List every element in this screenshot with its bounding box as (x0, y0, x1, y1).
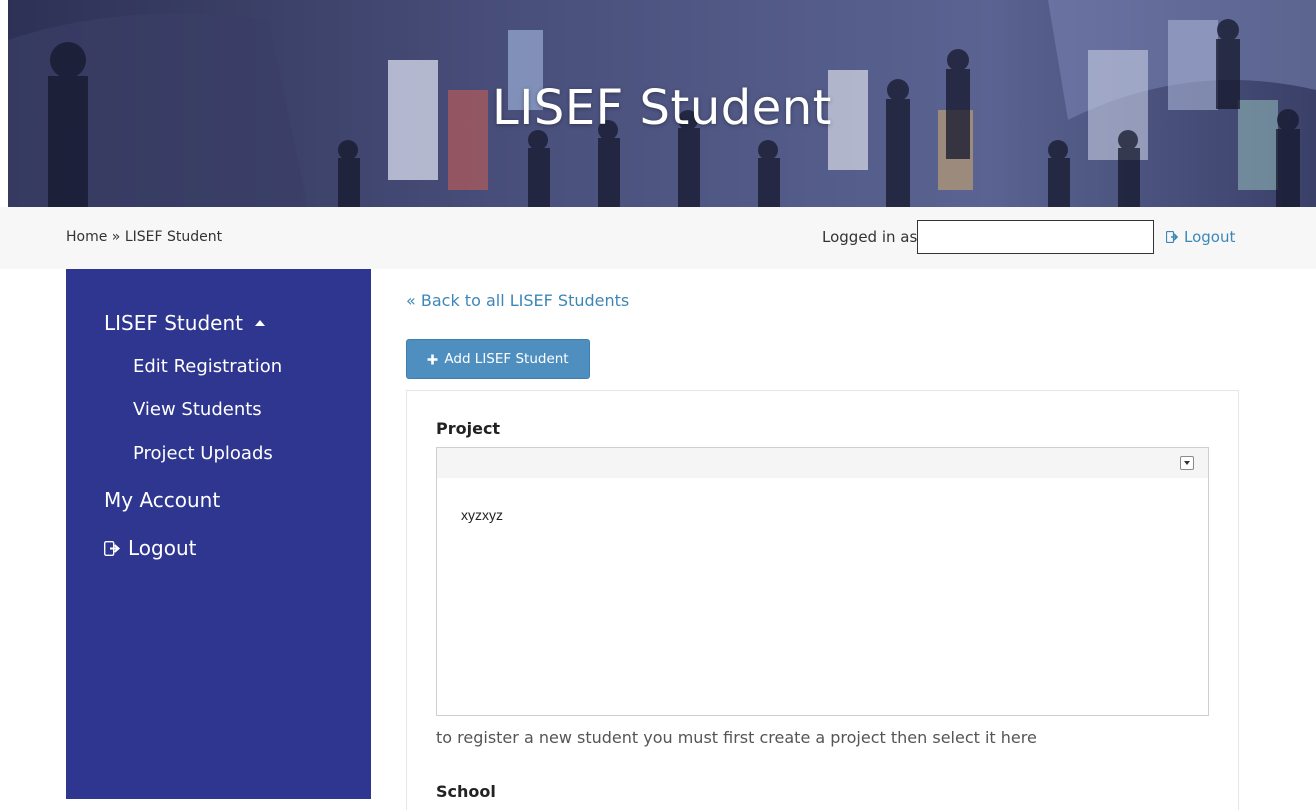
project-field-label: Project (436, 419, 501, 438)
hero-banner: LISEF Student (8, 0, 1316, 207)
project-option[interactable]: xyzxyz (461, 507, 503, 523)
plus-icon (427, 354, 438, 364)
sign-out-icon (1166, 231, 1179, 243)
sidebar-item-my-account[interactable]: My Account (104, 488, 220, 512)
sidebar-item-project-uploads[interactable]: Project Uploads (133, 443, 273, 464)
add-lisef-student-button[interactable]: Add LISEF Student (406, 339, 590, 379)
sidebar-item-label: Logout (128, 536, 197, 560)
breadcrumb: Home » LISEF Student (66, 229, 222, 245)
caret-up-icon (254, 320, 265, 326)
chevron-down-icon[interactable] (1180, 456, 1194, 470)
sidebar-item-label: View Students (133, 399, 262, 420)
page-hero-title: LISEF Student (491, 80, 832, 136)
sidebar-item-view-students[interactable]: View Students (133, 399, 262, 420)
header-logout-label: Logout (1184, 228, 1236, 246)
breadcrumb-current: LISEF Student (124, 229, 223, 245)
back-to-students-link[interactable]: « Back to all LISEF Students (406, 291, 629, 310)
sidebar-item-label: Project Uploads (133, 443, 273, 464)
project-select[interactable] (436, 447, 1209, 479)
sign-out-icon (104, 540, 121, 556)
sidebar-item-label: LISEF Student (104, 311, 243, 335)
sidebar-item-edit-registration[interactable]: Edit Registration (133, 356, 282, 377)
logged-in-user-field[interactable] (917, 220, 1154, 254)
logged-in-label: Logged in as: (822, 228, 923, 246)
add-button-label: Add LISEF Student (444, 351, 569, 367)
header-logout-link[interactable]: Logout (1166, 228, 1235, 246)
breadcrumb-home-link[interactable]: Home (66, 229, 107, 245)
sidebar-item-label: Edit Registration (133, 356, 283, 377)
project-options-list: xyzxyz (436, 478, 1209, 716)
sidebar-item-label: My Account (104, 488, 221, 512)
sidebar-item-lisef-student[interactable]: LISEF Student (104, 311, 265, 335)
project-help-text: to register a new student you must first… (436, 728, 1037, 747)
sidebar: LISEF Student Edit Registration View Stu… (66, 269, 371, 799)
sidebar-item-logout[interactable]: Logout (104, 536, 196, 560)
breadcrumb-separator: » (107, 229, 125, 245)
school-field-label: School (436, 782, 496, 801)
breadcrumb-bar: Home » LISEF Student Logged in as: Logou… (0, 207, 1316, 269)
